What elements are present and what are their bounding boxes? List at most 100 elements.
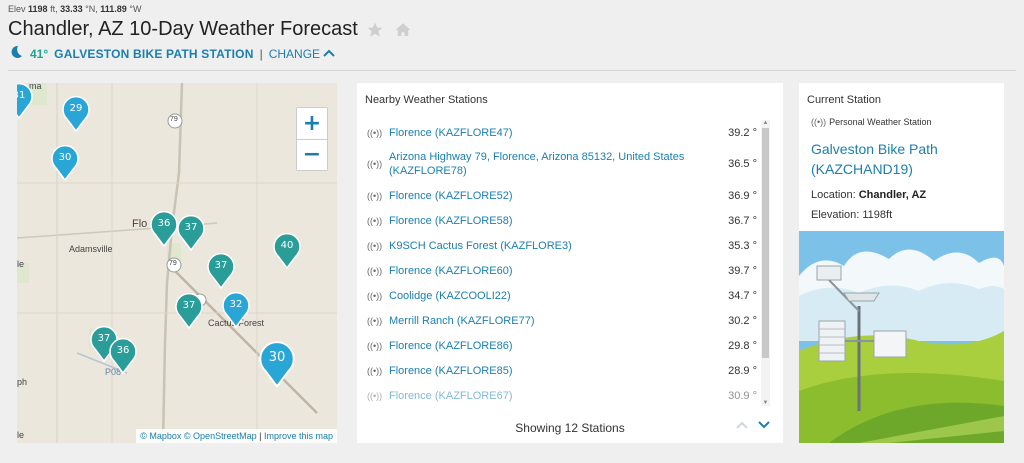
- station-row[interactable]: ((•)) Coolidge (KAZCOOLI22) 34.7 °: [367, 283, 761, 308]
- station-temperature: 36.7 °: [728, 214, 757, 227]
- attribution-separator: |: [259, 431, 262, 441]
- map-marker-icon: [222, 292, 250, 328]
- station-map[interactable]: 79 79 ma le Flo Adamsville Cactus Forest…: [17, 83, 337, 443]
- station-link[interactable]: Florence (KAZFLORE47): [389, 126, 701, 140]
- station-link[interactable]: Arizona Highway 79, Florence, Arizona 85…: [389, 150, 701, 178]
- pin-temperature: 37: [184, 222, 198, 233]
- pin-temperature: 37: [214, 260, 228, 271]
- town-label-florence: Flo: [132, 218, 148, 230]
- broadcast-icon: ((•)): [367, 315, 383, 326]
- broadcast-icon: ((•)): [367, 340, 383, 351]
- station-temperature: 30.2 °: [728, 314, 757, 327]
- page-down-chevron-icon[interactable]: [757, 417, 771, 433]
- nearby-stations-panel: Nearby Weather Stations ((•)) Florence (K…: [357, 83, 783, 443]
- station-pin[interactable]: 37: [207, 253, 235, 289]
- station-row[interactable]: ((•)) Florence (KAZFLORE85) 28.9 °: [367, 358, 761, 383]
- map-marker-icon: [177, 215, 205, 251]
- star-icon[interactable]: [364, 19, 386, 41]
- broadcast-icon: ((•)): [367, 365, 383, 376]
- broadcast-icon: ((•)): [367, 265, 383, 276]
- zoom-out-button[interactable]: −: [297, 139, 327, 170]
- station-link[interactable]: K9SCH Cactus Forest (KAZFLORE3): [389, 239, 701, 253]
- station-link[interactable]: Coolidge (KAZCOOLI22): [389, 289, 701, 303]
- station-list[interactable]: ((•)) Florence (KAZFLORE47) 39.2 ° ((•)) Ari…: [367, 120, 761, 406]
- current-temperature: 41°: [30, 46, 49, 61]
- page-up-chevron-icon[interactable]: [735, 417, 749, 433]
- station-pin[interactable]: 30: [51, 145, 79, 181]
- home-icon[interactable]: [392, 19, 414, 41]
- map-marker-icon: [17, 83, 33, 119]
- broadcast-icon: ((•)): [811, 117, 827, 127]
- improve-map-link[interactable]: Improve this map: [264, 431, 333, 441]
- station-type-label: Personal Weather Station: [829, 117, 932, 127]
- station-link[interactable]: Florence (KAZFLORE52): [389, 189, 701, 203]
- broadcast-icon: ((•)): [367, 240, 383, 251]
- pin-temperature: 30: [268, 350, 286, 365]
- edge-label: le: [17, 259, 25, 269]
- pin-temperature: 40: [280, 240, 294, 251]
- change-station-button[interactable]: CHANGE: [269, 47, 336, 61]
- station-temperature: 36.5 °: [728, 158, 757, 170]
- zoom-in-button[interactable]: +: [297, 108, 327, 139]
- scroll-down-arrow-icon[interactable]: ▼: [761, 400, 770, 406]
- station-pin[interactable]: 36: [109, 338, 137, 374]
- station-link[interactable]: Florence (KAZFLORE58): [389, 214, 701, 228]
- map-marker-icon: [51, 145, 79, 181]
- broadcast-icon: ((•)): [367, 190, 383, 201]
- current-station-panel: Current Station ((•)) Personal Weather St…: [799, 83, 1004, 443]
- station-elevation: Elevation: 1198ft: [811, 209, 893, 221]
- zoom-controls: + −: [296, 107, 328, 171]
- station-row[interactable]: ((•)) Florence (KAZFLORE58) 36.7 °: [367, 208, 761, 233]
- page-title: Chandler, AZ 10-Day Weather Forecast: [8, 18, 358, 40]
- map-attribution: © Mapbox © OpenStreetMap | Improve this …: [136, 429, 337, 443]
- broadcast-icon: ((•)): [367, 390, 383, 401]
- broadcast-icon: ((•)): [367, 290, 383, 301]
- station-link[interactable]: Florence (KAZFLORE85): [389, 364, 701, 378]
- station-row[interactable]: ((•)) Arizona Highway 79, Florence, Arizo…: [367, 145, 761, 183]
- station-row[interactable]: ((•)) Florence (KAZFLORE86) 29.8 °: [367, 333, 761, 358]
- station-row[interactable]: ((•)) Florence (KAZFLORE52) 36.9 °: [367, 183, 761, 208]
- moon-icon: [8, 44, 24, 63]
- pin-temperature: 36: [116, 345, 130, 356]
- station-pin[interactable]: 36: [150, 211, 178, 247]
- station-pin[interactable]: 29: [62, 96, 90, 132]
- mapbox-link[interactable]: © Mapbox: [140, 431, 181, 441]
- change-label: CHANGE: [268, 46, 321, 61]
- station-pin[interactable]: 37: [177, 215, 205, 251]
- station-link[interactable]: Florence (KAZFLORE60): [389, 264, 701, 278]
- station-temperature: 30.9 °: [728, 389, 757, 402]
- pin-temperature: 29: [69, 103, 83, 114]
- station-link[interactable]: Florence (KAZFLORE86): [389, 339, 701, 353]
- station-name[interactable]: GALVESTON BIKE PATH STATION: [54, 47, 253, 61]
- station-temperature: 39.2 °: [728, 126, 757, 139]
- edge-label: ph: [17, 377, 28, 387]
- station-row[interactable]: ((•)) Merrill Ranch (KAZFLORE77) 30.2 °: [367, 308, 761, 333]
- current-station-title: Current Station: [807, 94, 881, 106]
- current-station-bar: 41° GALVESTON BIKE PATH STATION | CHANGE: [8, 44, 336, 63]
- station-list-scrollbar[interactable]: ▲ ▼: [761, 120, 770, 406]
- station-temperature: 34.7 °: [728, 289, 757, 302]
- station-pin[interactable]: 30: [259, 341, 295, 388]
- station-pin[interactable]: 40: [273, 233, 301, 269]
- map-marker-icon: [207, 253, 235, 289]
- station-location: Location: Chandler, AZ: [811, 189, 927, 201]
- station-row[interactable]: ((•)) K9SCH Cactus Forest (KAZFLORE3) 35.3…: [367, 233, 761, 258]
- scrollbar-thumb[interactable]: [762, 128, 769, 358]
- nearby-stations-title: Nearby Weather Stations: [365, 94, 488, 106]
- broadcast-icon: ((•)): [367, 215, 383, 226]
- osm-link[interactable]: © OpenStreetMap: [184, 431, 257, 441]
- station-link[interactable]: Merrill Ranch (KAZFLORE77): [389, 314, 701, 328]
- station-row[interactable]: ((•)) Florence (KAZFLORE47) 39.2 °: [367, 120, 761, 145]
- map-marker-icon: [62, 96, 90, 132]
- station-row[interactable]: ((•)) Florence (KAZFLORE67) 30.9 °: [367, 383, 761, 406]
- chevron-up-icon: [323, 49, 336, 57]
- current-station-name[interactable]: Galveston Bike Path (KAZCHAND19): [811, 139, 1004, 179]
- showing-count: Showing 12 Stations: [515, 421, 625, 435]
- station-pin[interactable]: 31: [17, 83, 33, 119]
- station-row[interactable]: ((•)) Florence (KAZFLORE60) 39.7 °: [367, 258, 761, 283]
- station-link[interactable]: Florence (KAZFLORE67): [389, 389, 701, 403]
- scroll-up-arrow-icon[interactable]: ▲: [761, 120, 770, 126]
- station-temperature: 29.8 °: [728, 339, 757, 352]
- station-pin[interactable]: 32: [222, 292, 250, 328]
- station-pin[interactable]: 37: [175, 293, 203, 329]
